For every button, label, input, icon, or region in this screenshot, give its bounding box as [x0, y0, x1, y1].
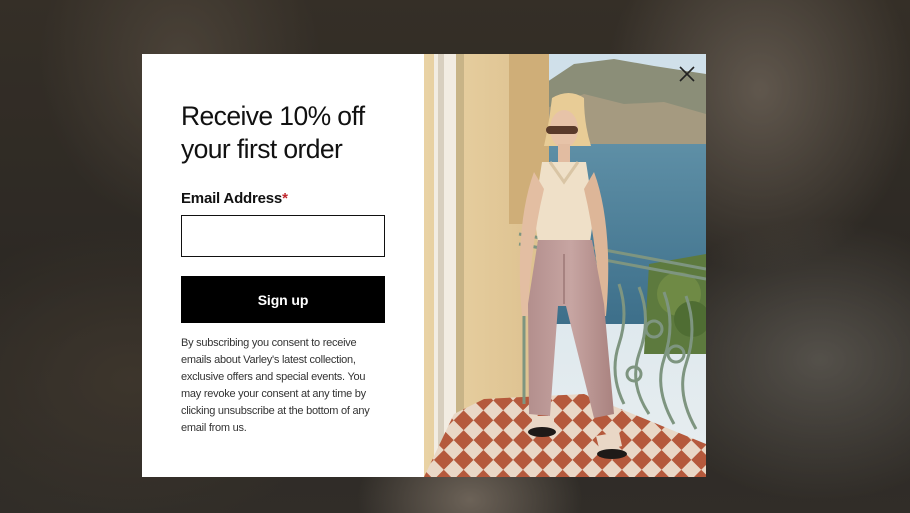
- sign-up-button[interactable]: Sign up: [181, 276, 385, 323]
- required-asterisk: *: [282, 190, 288, 207]
- signup-modal: Receive 10% off your first order Email A…: [142, 54, 706, 477]
- form-panel: Receive 10% off your first order Email A…: [142, 54, 424, 477]
- email-field[interactable]: [181, 215, 385, 257]
- close-icon: [679, 66, 695, 82]
- email-label-text: Email Address: [181, 190, 283, 207]
- headline-line-1: Receive 10% off: [181, 101, 365, 131]
- email-label: Email Address*: [181, 190, 424, 208]
- modal-headline: Receive 10% off your first order: [181, 100, 401, 166]
- close-button[interactable]: [676, 63, 698, 85]
- headline-line-2: your first order: [181, 134, 343, 164]
- promo-photo: [424, 54, 706, 477]
- balcony-photo: [424, 54, 706, 477]
- consent-text: By subscribing you consent to receive em…: [181, 337, 370, 434]
